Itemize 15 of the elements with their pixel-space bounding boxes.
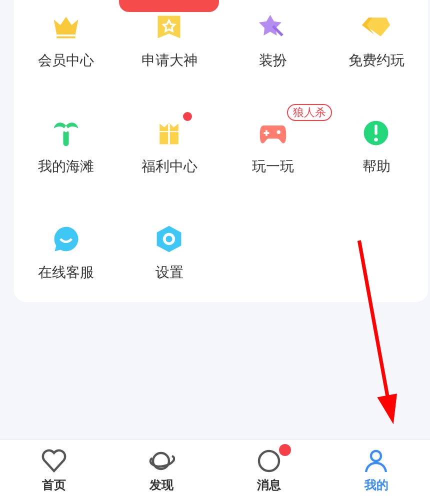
tab[interactable]: 首页 — [0, 440, 108, 500]
menu-label[interactable]: 在线客服 — [38, 264, 94, 282]
menu-label[interactable]: 福利中心 — [141, 158, 198, 176]
tab[interactable]: 消息 — [215, 440, 322, 500]
tab[interactable]: 发现 — [108, 440, 215, 500]
menu-label[interactable]: 装扮 — [258, 52, 287, 70]
menu-label[interactable]: 玩一玩 — [252, 158, 294, 176]
menu-label[interactable]: 我的海滩 — [38, 158, 94, 176]
menu-label[interactable]: 申请大神 — [141, 52, 198, 70]
heart-icon — [40, 446, 68, 474]
menu-label[interactable]: 设置 — [155, 264, 184, 282]
menu-label[interactable]: 免费约玩 — [348, 52, 404, 70]
menu-label[interactable]: 会员中心 — [38, 52, 94, 70]
menu-label[interactable]: 帮助 — [362, 158, 390, 176]
game-tag: 狼人杀 — [286, 104, 332, 121]
